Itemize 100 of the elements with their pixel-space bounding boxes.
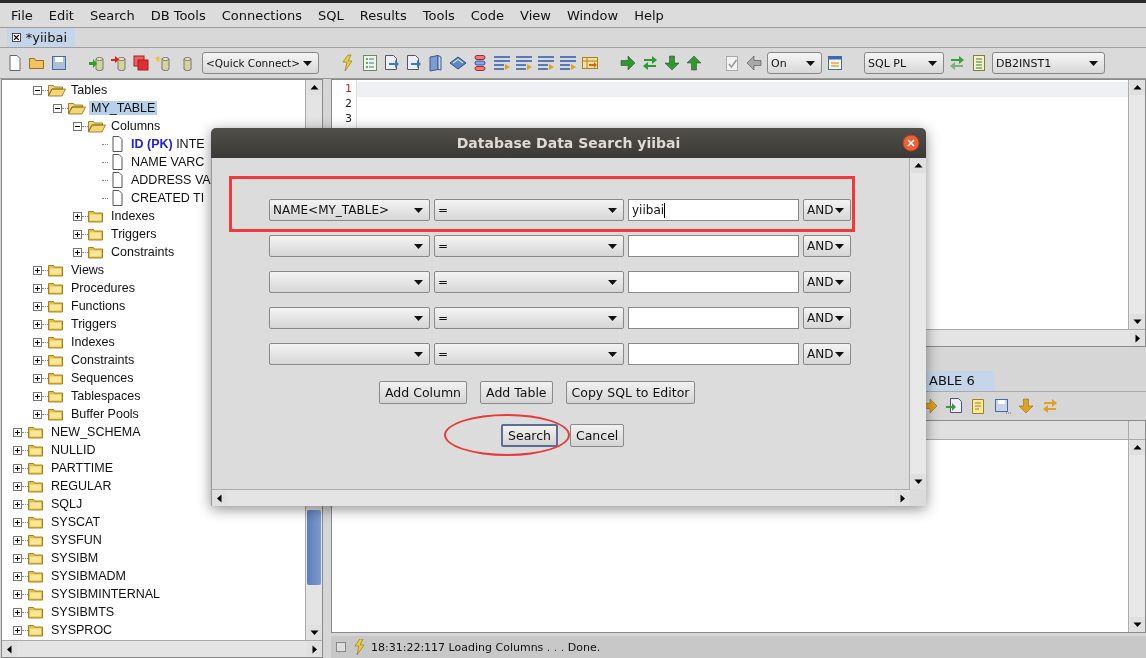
operator-dropdown[interactable]: =: [434, 343, 624, 365]
tree-item[interactable]: Buffer Pools: [69, 407, 141, 421]
document-icon[interactable]: [6, 54, 24, 72]
lines-icon[interactable]: [537, 54, 555, 72]
expand-icon[interactable]: [13, 463, 22, 473]
expand-icon[interactable]: [73, 229, 82, 239]
tree-item[interactable]: NULLID: [49, 443, 98, 457]
vertical-scrollbar[interactable]: [1128, 440, 1145, 632]
close-icon[interactable]: [12, 31, 21, 44]
expand-icon[interactable]: [33, 409, 42, 419]
expand-icon[interactable]: [33, 319, 42, 329]
tree-item[interactable]: SYSIBMTS: [49, 605, 117, 619]
notepad-icon[interactable]: [969, 397, 987, 415]
dialog-button[interactable]: Add Column: [379, 381, 468, 404]
vertical-scrollbar[interactable]: [909, 158, 926, 489]
document-arrow-icon[interactable]: [383, 54, 401, 72]
tree-item[interactable]: Tables: [69, 83, 110, 97]
default-button[interactable]: Search: [501, 424, 558, 447]
value-input[interactable]: [628, 307, 799, 329]
expand-icon[interactable]: [13, 535, 22, 545]
document-arrow-icon[interactable]: [945, 397, 963, 415]
tree-item[interactable]: Constraints: [109, 245, 177, 259]
tree-item[interactable]: CREATED TI: [129, 191, 207, 205]
tree-item[interactable]: ID (PK) INTE: [129, 137, 207, 151]
scroll-right-icon[interactable]: [1130, 330, 1145, 346]
database-dropdown[interactable]: DB2INST1: [992, 52, 1105, 74]
expand-icon[interactable]: [13, 445, 22, 455]
horizontal-scrollbar[interactable]: [2, 640, 322, 657]
conjunction-dropdown[interactable]: AND: [803, 307, 851, 329]
vertical-scrollbar[interactable]: [1128, 80, 1145, 329]
down-arrow-icon[interactable]: [663, 54, 681, 72]
expand-icon[interactable]: [13, 517, 22, 527]
tree-item[interactable]: MY_TABLE: [89, 101, 158, 115]
operator-dropdown[interactable]: =: [434, 199, 624, 221]
tree-item[interactable]: SYSIBMADM: [49, 569, 128, 583]
expand-icon[interactable]: [33, 337, 42, 347]
tree-item[interactable]: SYSCAT: [49, 515, 103, 529]
collapse-icon[interactable]: [53, 103, 62, 113]
expand-icon[interactable]: [13, 589, 22, 599]
menu-item[interactable]: SQL: [310, 7, 352, 23]
database-star-icon[interactable]: [154, 54, 172, 72]
window-icon[interactable]: [826, 54, 844, 72]
tree-item[interactable]: Procedures: [69, 281, 137, 295]
list-icon[interactable]: [361, 54, 379, 72]
menu-item[interactable]: Edit: [40, 7, 82, 23]
tree-item[interactable]: PARTTIME: [49, 461, 116, 475]
swap-arrows-icon[interactable]: [641, 54, 659, 72]
tree-item[interactable]: SQLJ: [49, 497, 85, 511]
conjunction-dropdown[interactable]: AND: [803, 271, 851, 293]
menu-item[interactable]: Tools: [414, 7, 463, 23]
scroll-down-icon[interactable]: [1129, 617, 1145, 632]
tree-item[interactable]: Functions: [69, 299, 128, 313]
close-icon[interactable]: [902, 134, 920, 152]
expand-icon[interactable]: [13, 571, 22, 581]
dialog-button[interactable]: Copy SQL to Editor: [565, 381, 696, 404]
tree-item[interactable]: REGULAR: [49, 479, 114, 493]
value-input[interactable]: [628, 343, 799, 365]
operator-dropdown[interactable]: =: [434, 271, 624, 293]
operator-dropdown[interactable]: =: [434, 235, 624, 257]
lines-icon[interactable]: [559, 54, 577, 72]
table-arrow-icon[interactable]: [581, 54, 599, 72]
scroll-left-icon[interactable]: [212, 490, 227, 506]
expand-icon[interactable]: [13, 427, 22, 437]
tree-item[interactable]: Columns: [109, 119, 163, 133]
tree-item[interactable]: SYSFUN: [49, 533, 104, 547]
right-arrow-icon[interactable]: [619, 54, 637, 72]
menu-item[interactable]: Search: [81, 7, 143, 23]
conjunction-dropdown[interactable]: AND: [803, 199, 851, 221]
collapse-icon[interactable]: [73, 121, 82, 131]
language-dropdown[interactable]: SQL PL: [864, 52, 944, 74]
database-arrow-icon[interactable]: [88, 54, 106, 72]
expand-icon[interactable]: [73, 211, 82, 221]
quick-connect-dropdown[interactable]: <Quick Connect>: [202, 52, 319, 74]
tree-item[interactable]: SYSPROC: [49, 623, 115, 637]
conjunction-dropdown[interactable]: AND: [803, 343, 851, 365]
scroll-up-icon[interactable]: [910, 158, 926, 173]
expand-icon[interactable]: [13, 553, 22, 563]
scroll-down-icon[interactable]: [910, 474, 926, 489]
stack-icon[interactable]: [471, 54, 489, 72]
scroll-up-icon[interactable]: [306, 80, 322, 95]
up-arrow-icon[interactable]: [685, 54, 703, 72]
lines-icon[interactable]: [515, 54, 533, 72]
tree-item[interactable]: Views: [69, 263, 107, 277]
list-icon[interactable]: [970, 54, 988, 72]
database-arrow-icon[interactable]: [110, 54, 128, 72]
left-arrow-icon[interactable]: [745, 54, 763, 72]
scroll-left-icon[interactable]: [2, 641, 17, 657]
menu-item[interactable]: Results: [351, 7, 415, 23]
scroll-right-icon[interactable]: [307, 641, 322, 657]
menu-item[interactable]: Connections: [213, 7, 311, 23]
menu-item[interactable]: Code: [462, 7, 513, 23]
tree-item[interactable]: Triggers: [109, 227, 159, 241]
menu-item[interactable]: View: [512, 7, 559, 23]
expand-icon[interactable]: [33, 373, 42, 383]
menu-item[interactable]: Window: [558, 7, 627, 23]
value-input[interactable]: [628, 271, 799, 293]
scroll-right-icon[interactable]: [895, 490, 910, 506]
tree-item[interactable]: SYSIBM: [49, 551, 101, 565]
column-dropdown[interactable]: [269, 343, 430, 365]
tree-item[interactable]: NAME VARC: [129, 155, 207, 169]
